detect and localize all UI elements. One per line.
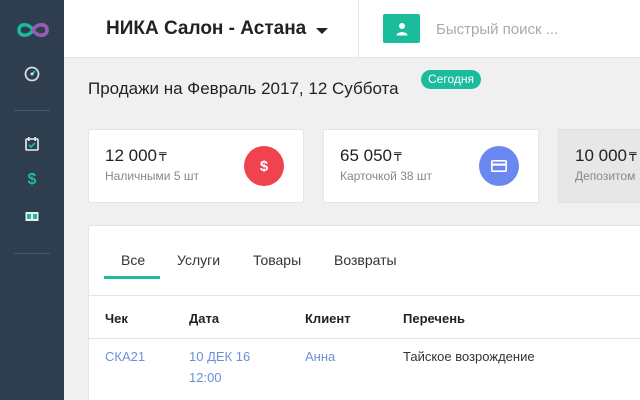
header-divider (358, 0, 359, 58)
card-amount: 10 000 (575, 146, 627, 165)
items-list: Тайское возрождение (403, 349, 535, 364)
card-amount: 65 050 (340, 146, 392, 165)
column-header-check[interactable]: Чек (105, 311, 128, 326)
column-header-date[interactable]: Дата (189, 311, 219, 326)
sale-date-time: 12:00 (189, 370, 222, 385)
caret-down-icon[interactable] (316, 28, 328, 34)
dashboard-gauge-icon[interactable] (22, 64, 42, 84)
tenge-symbol: ₸ (394, 150, 402, 164)
tab-services[interactable]: Услуги (177, 252, 220, 268)
top-bar: НИКА Салон - Астана (64, 0, 640, 58)
active-tab-indicator (104, 276, 160, 279)
column-header-items[interactable]: Перечень (403, 311, 465, 326)
sidebar-divider (14, 110, 50, 111)
check-link[interactable]: СКА21 (105, 346, 145, 367)
tab-products[interactable]: Товары (253, 252, 301, 268)
card-payment-summary-card: 65 050 ₸ Карточкой 38 шт (323, 129, 539, 203)
tenge-symbol: ₸ (159, 150, 167, 164)
card-subtitle: Наличными 5 шт (105, 169, 199, 183)
tab-all[interactable]: Все (121, 252, 145, 268)
infinity-logo-icon[interactable] (13, 18, 53, 42)
sale-date-day: 10 ДЕК 16 (189, 349, 251, 364)
cash-register-icon[interactable] (22, 206, 42, 226)
column-header-client[interactable]: Клиент (305, 311, 351, 326)
tabs-divider (89, 295, 640, 296)
sidebar-divider (14, 253, 50, 254)
dollar-icon: $ (244, 146, 284, 186)
card-subtitle: Карточкой 38 шт (340, 169, 432, 183)
tab-returns[interactable]: Возвраты (334, 252, 397, 268)
salon-selector[interactable]: НИКА Салон - Астана (106, 18, 306, 40)
calendar-check-icon[interactable] (22, 134, 42, 154)
cash-summary-card: 12 000 ₸ Наличными 5 шт $ (88, 129, 304, 203)
sales-panel: Все Услуги Товары Возвраты Чек Дата Клие… (88, 225, 640, 400)
quick-search-input[interactable] (436, 19, 636, 39)
deposit-summary-card: 10 000 ₸ Депозитом (558, 129, 640, 203)
card-amount: 12 000 (105, 146, 157, 165)
page-title: Продажи на Февраль 2017, 12 Суббота (88, 79, 399, 98)
credit-card-icon (479, 146, 519, 186)
today-badge[interactable]: Сегодня (421, 70, 481, 89)
client-link[interactable]: Анна (305, 346, 335, 367)
sidebar: $ (0, 0, 64, 400)
dollar-sign-icon[interactable]: $ (22, 170, 42, 190)
card-subtitle: Депозитом (575, 169, 636, 183)
client-button[interactable] (383, 14, 420, 43)
table-header-divider (89, 338, 640, 339)
user-icon (396, 22, 407, 35)
sale-date[interactable]: 10 ДЕК 16 12:00 (189, 346, 250, 388)
tenge-symbol: ₸ (629, 150, 637, 164)
